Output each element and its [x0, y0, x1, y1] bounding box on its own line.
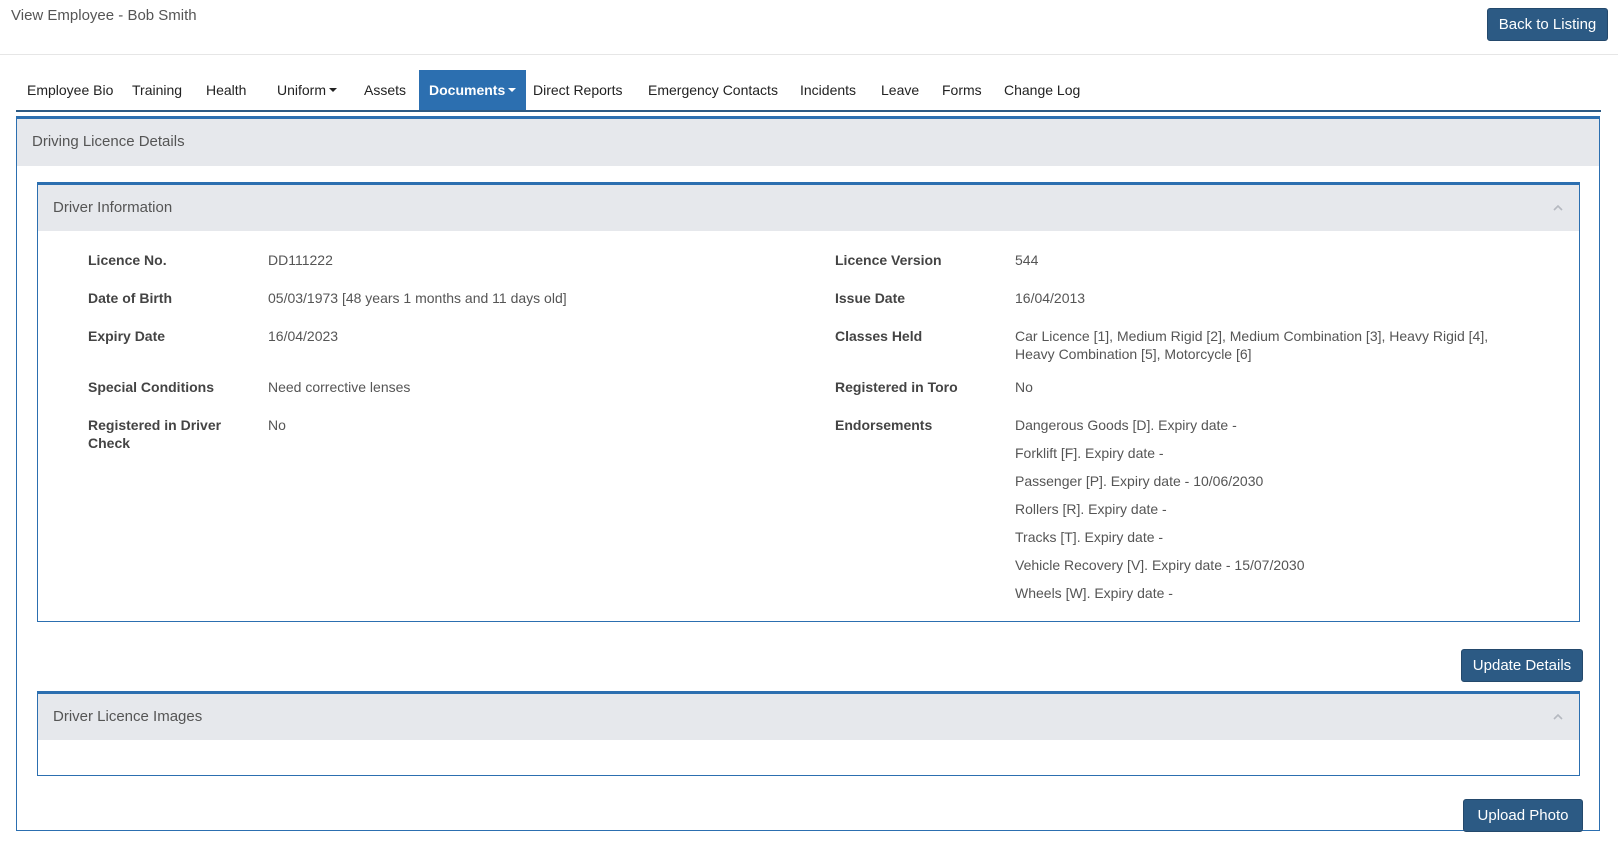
tab-emergency-contacts[interactable]: Emergency Contacts [648, 70, 778, 110]
update-details-button[interactable]: Update Details [1461, 649, 1583, 682]
registered-toro-label: Registered in Toro [835, 379, 958, 395]
expiry-date-value: 16/04/2023 [268, 328, 339, 344]
chevron-up-icon[interactable] [1551, 710, 1565, 724]
page-header: View Employee - Bob Smith [0, 0, 1618, 55]
driver-information-title: Driver Information [53, 199, 173, 216]
issue-date-value: 16/04/2013 [1015, 290, 1086, 306]
tab-label: Assets [364, 82, 407, 98]
endorsements-label: Endorsements [835, 417, 933, 433]
tab-label: Employee Bio [27, 82, 114, 98]
page-title: View Employee - Bob Smith [11, 7, 197, 24]
caret-down-icon [508, 88, 517, 92]
tab-employee-bio[interactable]: Employee Bio [27, 70, 113, 110]
tab-label: Documents [429, 82, 506, 98]
tab-label: Leave [881, 82, 920, 98]
endorsement-item: Wheels [W]. Expiry date - [1015, 585, 1173, 601]
special-conditions-value: Need corrective lenses [268, 379, 411, 395]
endorsement-item: Tracks [T]. Expiry date - [1015, 529, 1164, 545]
date-of-birth-label: Date of Birth [88, 290, 172, 306]
tab-assets[interactable]: Assets [364, 70, 406, 110]
expiry-date-label: Expiry Date [88, 328, 166, 344]
driver-licence-images-panel: Driver Licence Images [37, 691, 1580, 776]
tab-label: Incidents [800, 82, 857, 98]
caret-down-icon [329, 88, 338, 92]
chevron-up-icon[interactable] [1551, 201, 1565, 215]
endorsement-item: Vehicle Recovery [V]. Expiry date - 15/0… [1015, 557, 1305, 573]
licence-no-label: Licence No. [88, 252, 167, 268]
tab-training[interactable]: Training [132, 70, 182, 110]
driver-information-header: Driver Information [38, 185, 1579, 231]
classes-held-value: Car Licence [1], Medium Rigid [2], Mediu… [1015, 328, 1489, 362]
tab-label: Change Log [1004, 82, 1081, 98]
tab-uniform[interactable]: Uniform [277, 70, 338, 110]
tab-change-log[interactable]: Change Log [1004, 70, 1080, 110]
tab-label: Training [132, 82, 183, 98]
tab-direct-reports[interactable]: Direct Reports [533, 70, 622, 110]
registered-driver-check-label: Registered in Driver Check [88, 417, 222, 451]
tab-documents[interactable]: Documents [419, 70, 527, 110]
upload-photo-button[interactable]: Upload Photo [1463, 799, 1583, 832]
driving-licence-panel-header: Driving Licence Details [17, 119, 1599, 166]
tab-leave[interactable]: Leave [881, 70, 919, 110]
driver-licence-images-header: Driver Licence Images [38, 694, 1579, 740]
driver-licence-images-title: Driver Licence Images [53, 708, 203, 725]
tab-forms[interactable]: Forms [942, 70, 982, 110]
special-conditions-label: Special Conditions [88, 379, 215, 395]
tab-label: Forms [942, 82, 982, 98]
licence-no-value: DD111222 [268, 252, 333, 268]
driving-licence-panel-title: Driving Licence Details [32, 133, 185, 150]
licence-version-label: Licence Version [835, 252, 942, 268]
registered-driver-check-value: No [268, 417, 286, 433]
tab-health[interactable]: Health [206, 70, 246, 110]
tab-label: Emergency Contacts [648, 82, 778, 98]
back-to-listing-button[interactable]: Back to Listing [1487, 8, 1608, 41]
endorsement-item: Forklift [F]. Expiry date - [1015, 445, 1164, 461]
tab-incidents[interactable]: Incidents [800, 70, 856, 110]
tab-bar: Employee Bio Training Health Uniform Ass… [16, 70, 1601, 112]
date-of-birth-value: 05/03/1973 [48 years 1 months and 11 day… [268, 290, 567, 306]
endorsement-item: Dangerous Goods [D]. Expiry date - [1015, 417, 1237, 433]
tab-label: Health [206, 82, 247, 98]
driving-licence-panel: Driving Licence Details Driver Informati… [16, 116, 1600, 831]
licence-version-value: 544 [1015, 252, 1039, 268]
issue-date-label: Issue Date [835, 290, 906, 306]
tab-label: Uniform [277, 82, 327, 98]
tab-label: Direct Reports [533, 82, 623, 98]
classes-held-label: Classes Held [835, 328, 923, 344]
endorsement-item: Rollers [R]. Expiry date - [1015, 501, 1167, 517]
endorsement-item: Passenger [P]. Expiry date - 10/06/2030 [1015, 473, 1264, 489]
driver-information-panel: Driver Information Licence No. DD111222 … [37, 182, 1580, 622]
registered-toro-value: No [1015, 379, 1033, 395]
